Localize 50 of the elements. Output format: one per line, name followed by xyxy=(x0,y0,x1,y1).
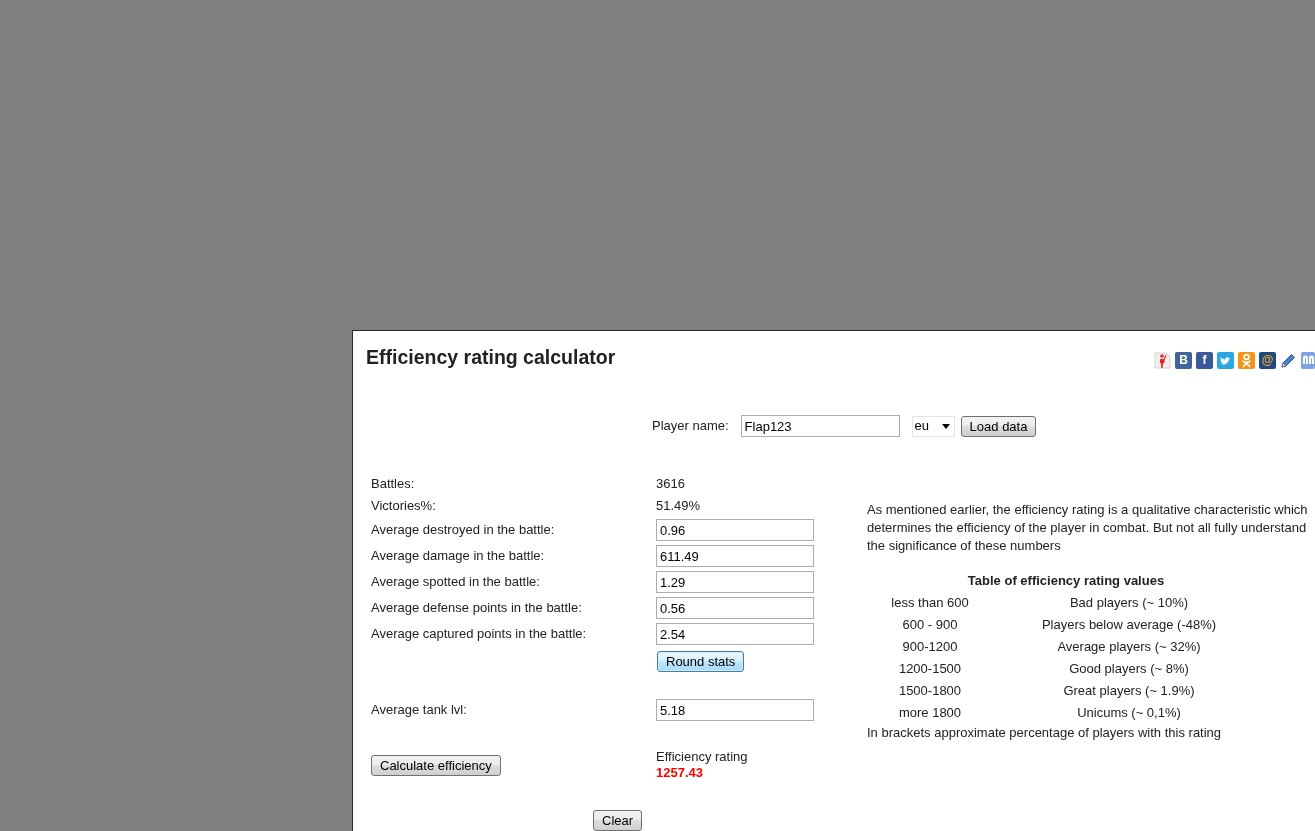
stat-value: 3616 xyxy=(656,476,685,492)
stat-field[interactable]: 1.29 xyxy=(656,571,814,593)
stat-field[interactable]: 0.96 xyxy=(656,519,814,541)
bird-icon[interactable] xyxy=(1217,352,1234,369)
stat-label: Average damage in the battle: xyxy=(371,548,546,564)
player-name-field[interactable]: Flap123 xyxy=(740,415,900,437)
calculate-button[interactable]: Calculate efficiency xyxy=(371,755,501,776)
result-label: Efficiency rating xyxy=(656,749,748,765)
letter-tile-icon[interactable]: B xyxy=(1175,352,1192,369)
stat-label: Victories%: xyxy=(371,498,437,514)
stat-label: Average destroyed in the battle: xyxy=(371,522,556,538)
clear-button[interactable]: Clear xyxy=(593,810,643,831)
tank-level-field[interactable]: 5.18 xyxy=(656,699,814,721)
stat-value: 51.49% xyxy=(656,498,701,514)
stat-label: Average captured points in the battle: xyxy=(371,626,588,642)
stat-label: Average spotted in the battle: xyxy=(371,574,541,590)
result-value: 1257.43 xyxy=(656,765,704,781)
stick-figure-icon[interactable] xyxy=(1154,352,1171,369)
table-cell: 600 - 900 xyxy=(902,617,958,632)
table-cell: Bad players (~ 10%) xyxy=(1069,595,1189,610)
stat-label: Average tank lvl: xyxy=(371,702,468,718)
table-cell: 900-1200 xyxy=(902,639,958,654)
table-cell: Average players (~ 32%) xyxy=(1057,639,1201,654)
info-paragraph: As mentioned earlier, the efficiency rating is a qualitative characteristic which determines the efficiency of the player in combat. But not all fully understand the significance of these numbers xyxy=(867,501,1309,555)
stat-label: Average defense points in the battle: xyxy=(371,600,583,616)
stat-field[interactable]: 0.56 xyxy=(656,597,814,619)
at-sign-icon[interactable]: @ xyxy=(1259,352,1276,369)
caret-icon xyxy=(941,423,950,429)
field-label: Player name: xyxy=(652,418,729,434)
table-title: Table of efficiency rating values xyxy=(966,572,1166,590)
stat-label: Battles: xyxy=(371,476,416,492)
info-note: In brackets approximate percentage of players with this rating xyxy=(867,724,1223,742)
letter-tile-icon[interactable]: f xyxy=(1196,352,1213,369)
table-cell: Unicums (~ 0,1%) xyxy=(1077,705,1181,720)
stat-field[interactable]: 2.54 xyxy=(656,623,814,645)
table-cell: Players below average (-48%) xyxy=(1041,617,1217,632)
table-cell: Great players (~ 1.9%) xyxy=(1063,683,1195,698)
panel-title: Efficiency rating calculator xyxy=(366,345,616,369)
pencil-icon[interactable] xyxy=(1280,352,1297,369)
region-select[interactable]: eu xyxy=(911,415,955,437)
ring-figure-icon[interactable] xyxy=(1238,352,1255,369)
table-cell: more 1800 xyxy=(898,705,962,720)
tile-icon[interactable] xyxy=(1301,352,1315,369)
table-cell: less than 600 xyxy=(891,595,969,610)
table-cell: 1200-1500 xyxy=(898,661,962,676)
round-stats-button[interactable]: Round stats xyxy=(657,651,745,672)
table-cell: Good players (~ 8%) xyxy=(1069,661,1189,676)
table-cell: 1500-1800 xyxy=(898,683,962,698)
stat-field[interactable]: 611.49 xyxy=(656,545,814,567)
load-data-button[interactable]: Load data xyxy=(960,415,1037,437)
